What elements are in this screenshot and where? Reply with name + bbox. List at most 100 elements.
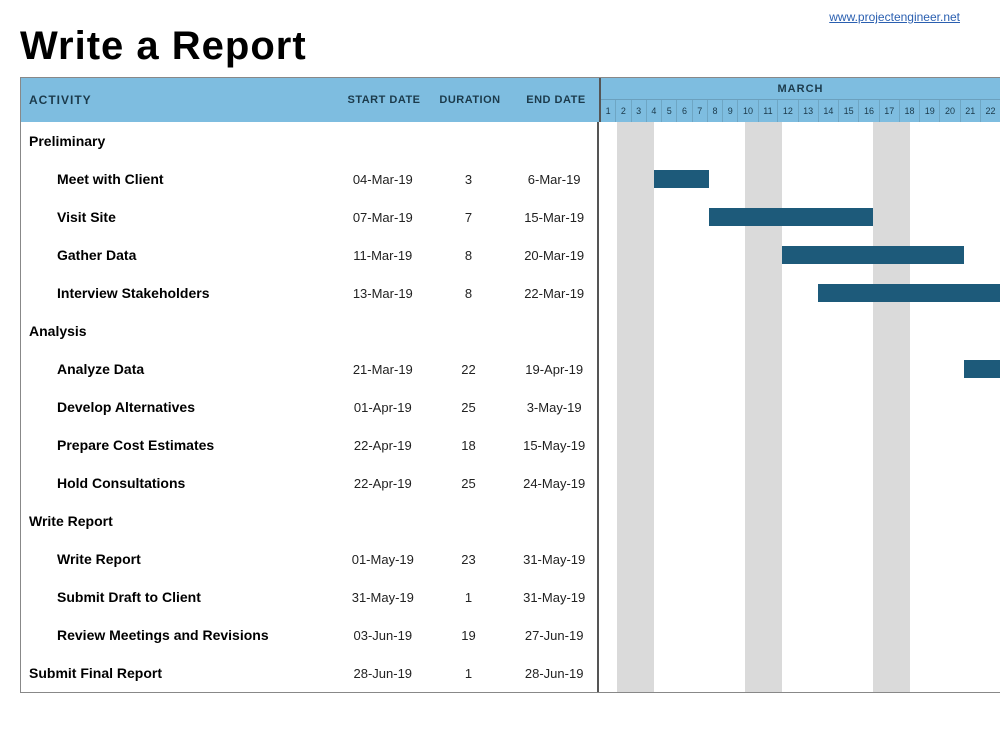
- activity-cell: Submit Draft to Client: [21, 589, 340, 605]
- duration-cell: 8: [426, 286, 512, 301]
- col-start-header: START DATE: [341, 78, 427, 122]
- day-header-cell: 12: [777, 100, 797, 122]
- end-cell: 28-Jun-19: [511, 666, 597, 681]
- activity-cell: Write Report: [21, 551, 340, 567]
- activity-cell: Prepare Cost Estimates: [21, 437, 340, 453]
- gantt-month-label: MARCH: [601, 78, 1000, 100]
- duration-cell: 8: [426, 248, 512, 263]
- activity-cell: Interview Stakeholders: [21, 285, 340, 301]
- day-header-cell: 2: [615, 100, 630, 122]
- table-row: Write Report01-May-192331-May-19: [21, 540, 597, 578]
- header-row: ACTIVITY START DATE DURATION END DATE MA…: [21, 78, 1000, 122]
- table-row: Interview Stakeholders13-Mar-19822-Mar-1…: [21, 274, 597, 312]
- gantt-day-row: 12345678910111213141516171819202122: [601, 100, 1000, 122]
- day-header-cell: 7: [692, 100, 707, 122]
- duration-cell: 22: [426, 362, 512, 377]
- table-row: Write Report: [21, 502, 597, 540]
- table-row: Develop Alternatives01-Apr-19253-May-19: [21, 388, 597, 426]
- end-cell: 19-Apr-19: [511, 362, 597, 377]
- col-end-header: END DATE: [513, 78, 599, 122]
- duration-cell: 1: [426, 666, 512, 681]
- start-cell: 04-Mar-19: [340, 172, 426, 187]
- col-start-header-label: START DATE: [347, 94, 420, 106]
- gantt-column: [599, 122, 1000, 692]
- day-header-cell: 16: [858, 100, 878, 122]
- duration-cell: 1: [426, 590, 512, 605]
- start-cell: 28-Jun-19: [340, 666, 426, 681]
- activity-cell: Analyze Data: [21, 361, 340, 377]
- duration-cell: 25: [426, 476, 512, 491]
- day-header-cell: 3: [631, 100, 646, 122]
- activity-cell: Gather Data: [21, 247, 340, 263]
- gantt-bar: [964, 360, 1000, 378]
- weekend-stripe: [617, 122, 654, 692]
- col-end-header-label: END DATE: [526, 94, 585, 106]
- end-cell: 31-May-19: [511, 590, 597, 605]
- gantt-bar: [654, 170, 709, 188]
- activity-cell: Visit Site: [21, 209, 340, 225]
- start-cell: 21-Mar-19: [340, 362, 426, 377]
- table-row: Gather Data11-Mar-19820-Mar-19: [21, 236, 597, 274]
- activity-cell: Submit Final Report: [21, 665, 340, 681]
- day-header-cell: 10: [737, 100, 757, 122]
- end-cell: 15-May-19: [511, 438, 597, 453]
- day-header-cell: 5: [661, 100, 676, 122]
- col-duration-header: DURATION: [427, 78, 513, 122]
- day-header-cell: 11: [758, 100, 778, 122]
- start-cell: 22-Apr-19: [340, 476, 426, 491]
- page-title: Write a Report: [20, 24, 1000, 69]
- end-cell: 6-Mar-19: [511, 172, 597, 187]
- start-cell: 31-May-19: [340, 590, 426, 605]
- table-row: Review Meetings and Revisions03-Jun-1919…: [21, 616, 597, 654]
- gantt-sheet: ACTIVITY START DATE DURATION END DATE MA…: [20, 77, 1000, 693]
- activity-cell: Hold Consultations: [21, 475, 340, 491]
- day-header-cell: 9: [722, 100, 737, 122]
- day-header-cell: 21: [960, 100, 980, 122]
- table-row: Visit Site07-Mar-19715-Mar-19: [21, 198, 597, 236]
- duration-cell: 25: [426, 400, 512, 415]
- activity-cell: Review Meetings and Revisions: [21, 627, 340, 643]
- table-row: Hold Consultations22-Apr-192524-May-19: [21, 464, 597, 502]
- end-cell: 20-Mar-19: [511, 248, 597, 263]
- day-header-cell: 22: [980, 100, 1000, 122]
- start-cell: 03-Jun-19: [340, 628, 426, 643]
- day-header-cell: 19: [919, 100, 939, 122]
- day-header-cell: 4: [646, 100, 661, 122]
- start-cell: 01-Apr-19: [340, 400, 426, 415]
- start-cell: 22-Apr-19: [340, 438, 426, 453]
- activity-cell: Analysis: [21, 323, 340, 339]
- table-row: Meet with Client04-Mar-1936-Mar-19: [21, 160, 597, 198]
- gantt-header: MARCH 1234567891011121314151617181920212…: [599, 78, 1000, 122]
- end-cell: 24-May-19: [511, 476, 597, 491]
- duration-cell: 19: [426, 628, 512, 643]
- col-activity-header: ACTIVITY: [21, 78, 341, 122]
- start-cell: 07-Mar-19: [340, 210, 426, 225]
- duration-cell: 7: [426, 210, 512, 225]
- day-header-cell: 17: [879, 100, 899, 122]
- day-header-cell: 20: [939, 100, 959, 122]
- day-header-cell: 1: [601, 100, 615, 122]
- table-row: Prepare Cost Estimates22-Apr-191815-May-…: [21, 426, 597, 464]
- table-row: Submit Draft to Client31-May-19131-May-1…: [21, 578, 597, 616]
- start-cell: 01-May-19: [340, 552, 426, 567]
- activity-cell: Preliminary: [21, 133, 340, 149]
- end-cell: 31-May-19: [511, 552, 597, 567]
- activity-cell: Write Report: [21, 513, 340, 529]
- start-cell: 11-Mar-19: [340, 248, 426, 263]
- table-row: Preliminary: [21, 122, 597, 160]
- weekend-stripe: [873, 122, 910, 692]
- day-header-cell: 6: [676, 100, 691, 122]
- table-row: Analysis: [21, 312, 597, 350]
- end-cell: 15-Mar-19: [511, 210, 597, 225]
- start-cell: 13-Mar-19: [340, 286, 426, 301]
- end-cell: 22-Mar-19: [511, 286, 597, 301]
- source-link[interactable]: www.projectengineer.net: [829, 10, 960, 24]
- table-row: Analyze Data21-Mar-192219-Apr-19: [21, 350, 597, 388]
- gantt-bar: [782, 246, 965, 264]
- day-header-cell: 13: [798, 100, 818, 122]
- table-column: Preliminary Meet with Client04-Mar-1936-M…: [21, 122, 599, 692]
- end-cell: 3-May-19: [511, 400, 597, 415]
- day-header-cell: 8: [707, 100, 722, 122]
- table-row: Submit Final Report28-Jun-19128-Jun-19: [21, 654, 597, 692]
- day-header-cell: 15: [838, 100, 858, 122]
